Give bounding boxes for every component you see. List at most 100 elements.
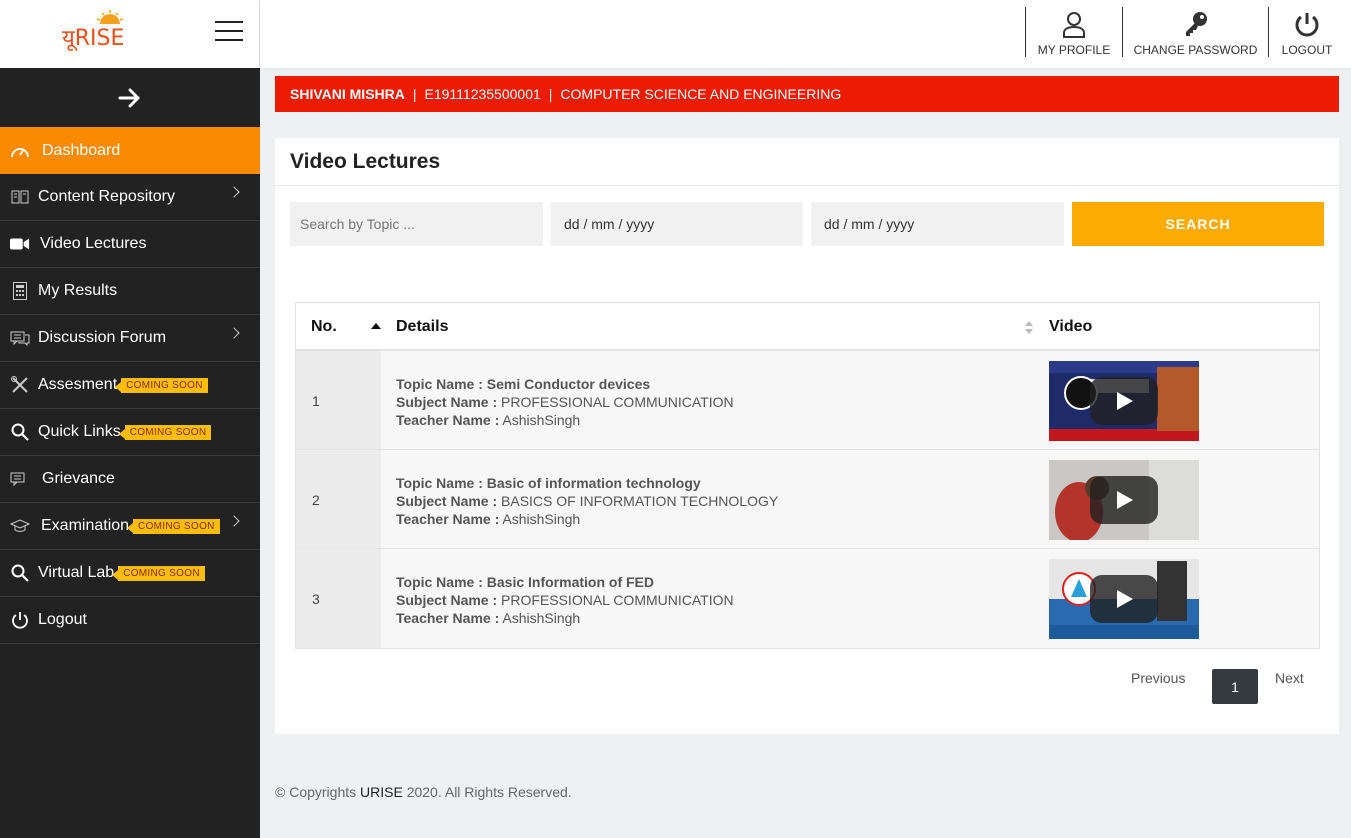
footer-suffix: 2020. All Rights Reserved.: [402, 784, 572, 800]
teacher-value: AshishSingh: [502, 412, 581, 428]
my-profile-button[interactable]: MY PROFILE: [1025, 7, 1122, 57]
video-thumbnail[interactable]: [1049, 559, 1199, 639]
pagination-page-1[interactable]: 1: [1212, 669, 1258, 704]
coming-soon-badge: COMING SOON: [127, 518, 220, 534]
logo-area: यूRISE: [0, 0, 260, 68]
video-camera-icon: [10, 234, 30, 254]
from-date-field[interactable]: dd / mm / yyyy: [551, 202, 803, 246]
coming-soon-badge: COMING SOON: [115, 377, 208, 393]
to-date-field[interactable]: dd / mm / yyyy: [811, 202, 1064, 246]
graduation-cap-icon: [10, 516, 30, 536]
row-number: 3: [312, 591, 320, 607]
table-row: 1 Topic Name : Semi Conductor devices Su…: [296, 351, 1319, 450]
sidebar-item-label: Logout: [38, 611, 87, 628]
sidebar-item-label: My Results: [38, 282, 118, 299]
column-header-details[interactable]: Details: [396, 318, 448, 336]
sidebar-item-logout[interactable]: Logout: [0, 597, 260, 644]
sidebar-item-video-lectures[interactable]: Video Lectures: [0, 221, 260, 268]
sidebar-item-label: Virtual Lab: [38, 564, 115, 581]
my-profile-label: MY PROFILE: [1037, 43, 1111, 57]
video-lectures-card: Video Lectures dd / mm / yyyy dd / mm / …: [275, 138, 1339, 734]
enrollment-number: E19111235500001: [424, 86, 541, 102]
play-icon: [1090, 575, 1158, 623]
teacher-value: AshishSingh: [502, 610, 581, 626]
play-icon: [1090, 377, 1158, 425]
footer-prefix: © Copyrights: [275, 784, 361, 800]
sidebar-item-grievance[interactable]: Grievance: [0, 456, 260, 503]
search-topic-input[interactable]: [290, 202, 543, 246]
row-number-cell: [296, 351, 381, 449]
from-date-value: dd / mm / yyyy: [564, 216, 655, 232]
sidebar-item-label: Content Repository: [38, 188, 175, 205]
user-icon: [1063, 12, 1085, 38]
search-icon: [10, 422, 30, 442]
sidebar-item-dashboard[interactable]: Dashboard: [0, 127, 260, 174]
column-header-video: Video: [1049, 318, 1093, 335]
urise-logo[interactable]: यूRISE: [62, 8, 142, 58]
chevron-right-icon: [228, 327, 240, 339]
sidebar-item-label: Assesment: [38, 376, 118, 393]
sidebar-item-label: Examination: [41, 517, 130, 534]
lectures-table: No. Details Video 1 Topic Name : Semi Co…: [295, 302, 1320, 649]
sidebar-item-label: Discussion Forum: [38, 329, 167, 346]
topic-label: Topic Name :: [396, 475, 483, 491]
row-details: Topic Name : Basic of information techno…: [396, 474, 778, 528]
calculator-icon: [10, 281, 30, 301]
sidebar-item-virtual-lab[interactable]: Virtual Lab COMING SOON: [0, 550, 260, 597]
table-header: No. Details Video: [296, 303, 1319, 351]
sidebar-item-label: Video Lectures: [40, 235, 147, 252]
pagination-previous[interactable]: Previous: [1131, 670, 1185, 686]
sidebar-collapse-toggle[interactable]: [0, 68, 260, 127]
sort-both-icon[interactable]: [1024, 321, 1034, 334]
topic-label: Topic Name :: [396, 376, 483, 392]
hamburger-menu-icon[interactable]: [215, 21, 245, 43]
separator: |: [412, 86, 417, 102]
row-number-cell: [296, 450, 381, 548]
pagination-next[interactable]: Next: [1275, 670, 1304, 686]
page-title: Video Lectures: [275, 138, 1339, 186]
column-header-no[interactable]: No.: [311, 318, 337, 336]
footer-brand-link[interactable]: URISE: [360, 784, 403, 800]
subject-label: Subject Name :: [396, 592, 498, 608]
change-password-button[interactable]: CHANGE PASSWORD: [1122, 7, 1268, 57]
subject-value: PROFESSIONAL COMMUNICATION: [501, 394, 734, 410]
logout-button[interactable]: LOGOUT: [1268, 7, 1345, 57]
key-icon: [1185, 12, 1207, 36]
chat-icon: [10, 469, 30, 489]
sidebar-item-assesment[interactable]: Assesment COMING SOON: [0, 362, 260, 409]
table-row: 2 Topic Name : Basic of information tech…: [296, 450, 1319, 549]
student-info-bar: SHIVANI MISHRA | E19111235500001 | COMPU…: [275, 76, 1339, 112]
topic-value: Basic of information technology: [486, 475, 701, 491]
footer: © Copyrights URISE 2020. All Rights Rese…: [275, 784, 572, 800]
row-details: Topic Name : Basic Information of FED Su…: [396, 573, 734, 627]
sidebar-item-quick-links[interactable]: Quick Links COMING SOON: [0, 409, 260, 456]
teacher-label: Teacher Name :: [396, 610, 500, 626]
row-number-cell: [296, 549, 381, 648]
subject-value: PROFESSIONAL COMMUNICATION: [501, 592, 734, 608]
change-password-label: CHANGE PASSWORD: [1133, 43, 1258, 57]
coming-soon-badge: COMING SOON: [118, 424, 212, 440]
coming-soon-badge: COMING SOON: [112, 565, 205, 581]
department-name: COMPUTER SCIENCE AND ENGINEERING: [560, 86, 842, 102]
sidebar-item-label: Quick Links: [38, 423, 121, 440]
video-thumbnail[interactable]: [1049, 361, 1199, 441]
sidebar-item-discussion-forum[interactable]: Discussion Forum: [0, 315, 260, 362]
sidebar: यूRISE Dashboard Content Repository Vide…: [0, 0, 260, 838]
teacher-label: Teacher Name :: [396, 412, 500, 428]
chevron-right-icon: [228, 186, 240, 198]
video-thumbnail[interactable]: [1049, 460, 1199, 540]
subject-label: Subject Name :: [396, 394, 498, 410]
sidebar-item-label: Grievance: [42, 470, 115, 487]
book-icon: [10, 187, 30, 207]
sort-asc-icon[interactable]: [371, 323, 381, 329]
to-date-value: dd / mm / yyyy: [824, 216, 915, 232]
table-row: 3 Topic Name : Basic Information of FED …: [296, 549, 1319, 648]
sidebar-item-examination[interactable]: Examination COMING SOON: [0, 503, 260, 550]
search-button[interactable]: SEARCH: [1072, 202, 1324, 246]
sidebar-item-content-repository[interactable]: Content Repository: [0, 174, 260, 221]
sidebar-item-my-results[interactable]: My Results: [0, 268, 260, 315]
subject-value: BASICS OF INFORMATION TECHNOLOGY: [501, 493, 779, 509]
logo-text: यूRISE: [62, 26, 125, 51]
arrow-right-icon: [118, 88, 140, 107]
power-icon: [10, 610, 30, 630]
